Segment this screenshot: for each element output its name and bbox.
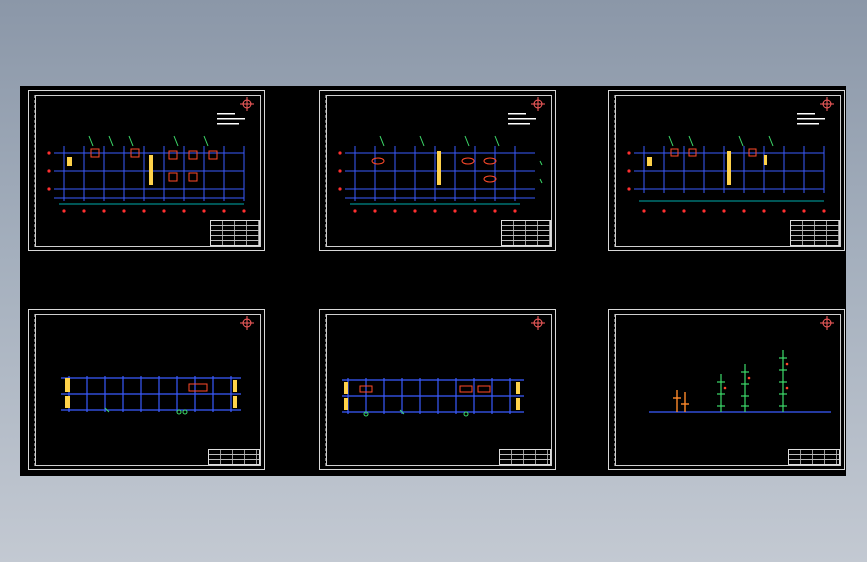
title-block	[210, 220, 260, 246]
drawing-sheet-2[interactable]	[319, 90, 556, 251]
riser-diagram-drawing	[649, 350, 831, 413]
drawing-sheet-6[interactable]	[608, 309, 845, 470]
drawing-sheet-4[interactable]	[28, 309, 265, 470]
drawing-sheet-5[interactable]	[319, 309, 556, 470]
title-block	[790, 220, 840, 246]
title-block	[501, 220, 551, 246]
title-block	[788, 449, 840, 465]
drawing-sheet-3[interactable]	[608, 90, 845, 251]
section-drawing	[61, 376, 241, 415]
drawing-sheet-1[interactable]	[28, 90, 265, 251]
title-block	[499, 449, 551, 465]
section-drawing	[342, 378, 524, 417]
title-block	[208, 449, 260, 465]
drawing-canvas[interactable]	[20, 86, 846, 476]
